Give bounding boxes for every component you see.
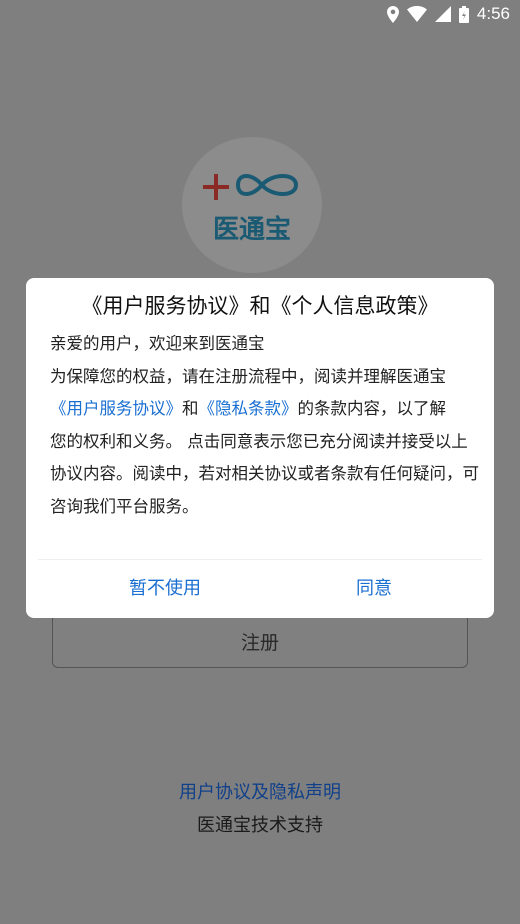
status-icons: 4:56 bbox=[386, 4, 510, 24]
after-links-text: 的条款内容，以了解 bbox=[297, 399, 447, 418]
dialog-title: 《用户服务协议》和《个人信息政策》 bbox=[81, 294, 439, 318]
agreement-dialog: 《用户服务协议》和《个人信息政策》 亲爱的用户，欢迎来到医通宝 为保障您的权益，… bbox=[26, 278, 494, 618]
privacy-terms-link[interactable]: 《隐私条款》 bbox=[199, 399, 298, 418]
and-text: 和 bbox=[182, 399, 199, 418]
dialog-divider bbox=[38, 559, 482, 560]
app-logo: 医通宝 bbox=[182, 137, 322, 273]
service-agreement-link[interactable]: 《用户服务协议》 bbox=[50, 399, 182, 418]
dialog-links-line: 《用户服务协议》和《隐私条款》的条款内容，以了解 bbox=[50, 393, 480, 426]
status-time: 4:56 bbox=[476, 4, 510, 23]
agree-button[interactable]: 同意 bbox=[356, 574, 392, 600]
dialog-greeting: 亲爱的用户，欢迎来到医通宝 bbox=[50, 334, 265, 353]
plus-infinity-logo-icon bbox=[203, 174, 299, 200]
dialog-line1: 为保障您的权益，请在注册流程中，阅读并理解医通宝 bbox=[50, 366, 446, 386]
register-button[interactable]: 注册 bbox=[52, 614, 468, 668]
signal-icon bbox=[434, 6, 451, 22]
location-icon bbox=[386, 5, 399, 23]
tech-support-text: 医通宝技术支持 bbox=[197, 815, 323, 836]
dialog-body: 亲爱的用户，欢迎来到医通宝 为保障您的权益，请在注册流程中，阅读并理解医通宝 《… bbox=[50, 328, 480, 523]
status-bar: 4:56 bbox=[0, 0, 520, 28]
decline-button[interactable]: 暂不使用 bbox=[129, 574, 201, 600]
logo-text: 医通宝 bbox=[212, 215, 291, 245]
dialog-rest-text: 您的权利和义务。 点击同意表示您已充分阅读并接受以上协议内容。阅读中，若对相关协… bbox=[50, 431, 479, 516]
wifi-icon bbox=[406, 6, 427, 22]
battery-icon bbox=[458, 5, 469, 23]
agreement-privacy-link[interactable]: 用户协议及隐私声明 bbox=[0, 778, 520, 804]
